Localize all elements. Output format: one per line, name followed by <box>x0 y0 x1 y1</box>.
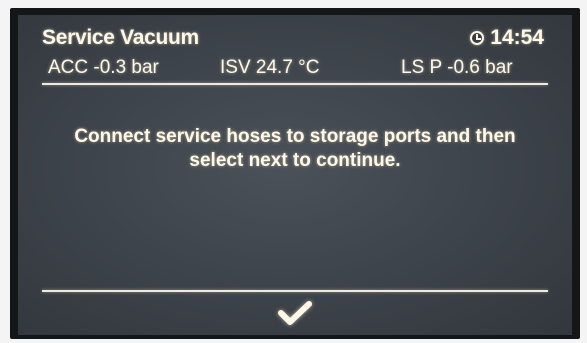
clock-time: 14:54 <box>490 26 544 49</box>
instruction-message: Connect service hoses to storage ports a… <box>38 125 552 173</box>
page-title: Service Vacuum <box>42 26 199 49</box>
next-button[interactable] <box>270 297 320 329</box>
checkmark-icon <box>278 301 312 325</box>
footer-divider <box>42 290 548 292</box>
clock-icon <box>470 31 485 45</box>
isv-temperature-readout: ISV 24.7 °C <box>220 57 320 78</box>
device-screen: Service Vacuum 14:54 ACC -0.3 bar ISV 24… <box>18 15 572 335</box>
acc-pressure-readout: ACC -0.3 bar <box>48 57 159 78</box>
instruction-line-2: select next to continue. <box>189 150 401 171</box>
instruction-line-1: Connect service hoses to storage ports a… <box>74 126 516 147</box>
clock: 14:54 <box>470 26 544 50</box>
header-divider <box>42 83 548 85</box>
ls-pressure-readout: LS P -0.6 bar <box>401 57 513 78</box>
